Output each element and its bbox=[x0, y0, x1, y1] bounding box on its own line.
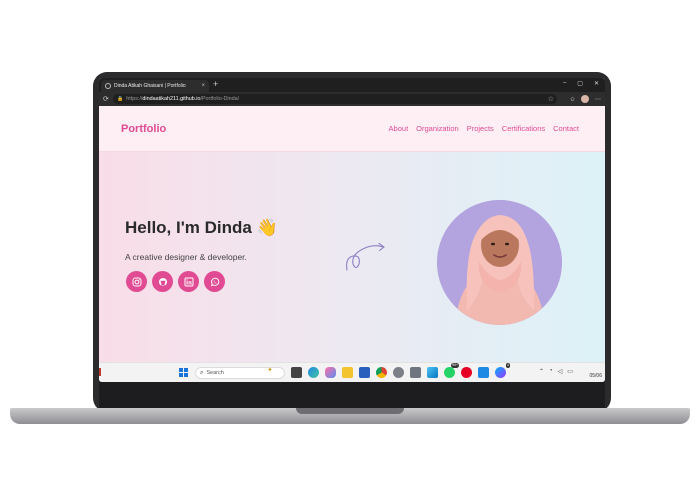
search-icon: ⌕ bbox=[200, 369, 204, 376]
whatsapp-button[interactable] bbox=[204, 271, 225, 292]
whatsapp-app-icon[interactable]: 99+ bbox=[444, 363, 459, 378]
instagram-button[interactable] bbox=[126, 271, 147, 292]
taskbar-apps: 99+ 4 bbox=[291, 363, 510, 378]
store-icon[interactable] bbox=[359, 367, 370, 378]
task-view-icon[interactable] bbox=[291, 367, 302, 378]
taskbar-edge-marker bbox=[99, 368, 101, 376]
camera-icon[interactable] bbox=[410, 367, 421, 378]
chrome-icon[interactable] bbox=[376, 367, 387, 378]
nav-organization[interactable]: Organization bbox=[416, 124, 459, 133]
instagram-icon bbox=[132, 277, 141, 286]
chevron-up-icon[interactable]: ⌃ bbox=[539, 368, 544, 375]
browser-toolbar-icons: ✩ ⋯ bbox=[570, 95, 601, 103]
copilot-icon[interactable] bbox=[325, 367, 336, 378]
tab-title: Dinda Atikah Ghaisani | Portfolio bbox=[114, 83, 186, 89]
browser-tab-bar: Dinda Atikah Ghaisani | Portfolio × + – … bbox=[99, 78, 605, 92]
copilot-sparkle-icon[interactable]: ✦ bbox=[267, 366, 273, 374]
more-menu-icon[interactable]: ⋯ bbox=[595, 96, 601, 103]
battery-icon[interactable]: ▭ bbox=[567, 368, 573, 375]
globe-icon bbox=[105, 83, 111, 89]
github-icon bbox=[158, 277, 167, 286]
laptop-screen: Dinda Atikah Ghaisani | Portfolio × + – … bbox=[99, 78, 605, 382]
hero-greeting: Hello, I'm Dinda 👋 bbox=[125, 218, 278, 237]
nav-about[interactable]: About bbox=[389, 124, 409, 133]
laptop-base-notch bbox=[296, 408, 404, 414]
browser-address-bar: ⟳ 🔒 https://dindaatikah211.github.io/Por… bbox=[99, 92, 605, 106]
volume-icon[interactable]: ◁ bbox=[558, 368, 563, 375]
tab-close-button[interactable]: × bbox=[201, 83, 205, 89]
browser-tab[interactable]: Dinda Atikah Ghaisani | Portfolio × bbox=[101, 80, 209, 92]
favorites-icon[interactable]: ✩ bbox=[570, 96, 575, 103]
nav-contact[interactable]: Contact bbox=[553, 124, 579, 133]
laptop-bezel-chin bbox=[99, 382, 605, 408]
wifi-icon[interactable]: ◔ bbox=[549, 368, 553, 375]
profile-avatar[interactable] bbox=[581, 95, 589, 103]
pinterest-icon[interactable] bbox=[461, 367, 472, 378]
notification-badge: 99+ bbox=[451, 363, 459, 368]
system-tray: ⌃ ◔ ◁ ▭ bbox=[539, 368, 573, 375]
new-tab-button[interactable]: + bbox=[213, 79, 218, 89]
site-brand[interactable]: Portfolio bbox=[121, 123, 166, 135]
portrait-illustration bbox=[437, 200, 562, 325]
nav-links: About Organization Projects Certificatio… bbox=[389, 124, 579, 133]
taskbar-clock[interactable]: 05/06 bbox=[589, 373, 602, 379]
edge-icon[interactable] bbox=[308, 367, 319, 378]
photos-icon[interactable] bbox=[427, 367, 438, 378]
url-text: https://dindaatikah211.github.io/Portfol… bbox=[126, 96, 240, 102]
lock-icon: 🔒 bbox=[117, 96, 124, 102]
maximize-button[interactable]: ▢ bbox=[577, 80, 583, 87]
bookmark-star-icon[interactable]: ☆ bbox=[548, 95, 554, 103]
reload-icon[interactable]: ⟳ bbox=[103, 95, 109, 103]
whatsapp-icon bbox=[210, 277, 219, 286]
vscode-icon[interactable] bbox=[478, 367, 489, 378]
nav-certifications[interactable]: Certifications bbox=[502, 124, 545, 133]
github-button[interactable] bbox=[152, 271, 173, 292]
profile-photo bbox=[437, 200, 562, 325]
messenger-icon[interactable]: 4 bbox=[495, 363, 510, 378]
file-explorer-icon[interactable] bbox=[342, 367, 353, 378]
hero-section: Hello, I'm Dinda 👋 A creative designer &… bbox=[99, 152, 605, 362]
minimize-button[interactable]: – bbox=[563, 80, 566, 87]
url-field[interactable]: 🔒 https://dindaatikah211.github.io/Portf… bbox=[113, 94, 557, 104]
settings-icon[interactable] bbox=[393, 367, 404, 378]
hero-tagline: A creative designer & developer. bbox=[125, 252, 247, 262]
close-window-button[interactable]: ✕ bbox=[594, 80, 599, 87]
search-placeholder: Search bbox=[206, 370, 224, 376]
nav-projects[interactable]: Projects bbox=[467, 124, 494, 133]
windows-taskbar: ⌕ Search ✦ 99+ 4 ⌃ ◔ ◁ ▭ 05/06 bbox=[99, 362, 605, 382]
portfolio-page: Portfolio About Organization Projects Ce… bbox=[99, 106, 605, 362]
windows-start-icon[interactable] bbox=[179, 368, 188, 377]
decorative-squiggle-arrow bbox=[346, 242, 385, 271]
social-links bbox=[126, 271, 225, 292]
linkedin-button[interactable] bbox=[178, 271, 199, 292]
linkedin-icon bbox=[184, 277, 193, 286]
site-navbar: Portfolio About Organization Projects Ce… bbox=[99, 106, 605, 152]
window-controls: – ▢ ✕ bbox=[563, 80, 599, 87]
notification-badge: 4 bbox=[506, 363, 510, 368]
